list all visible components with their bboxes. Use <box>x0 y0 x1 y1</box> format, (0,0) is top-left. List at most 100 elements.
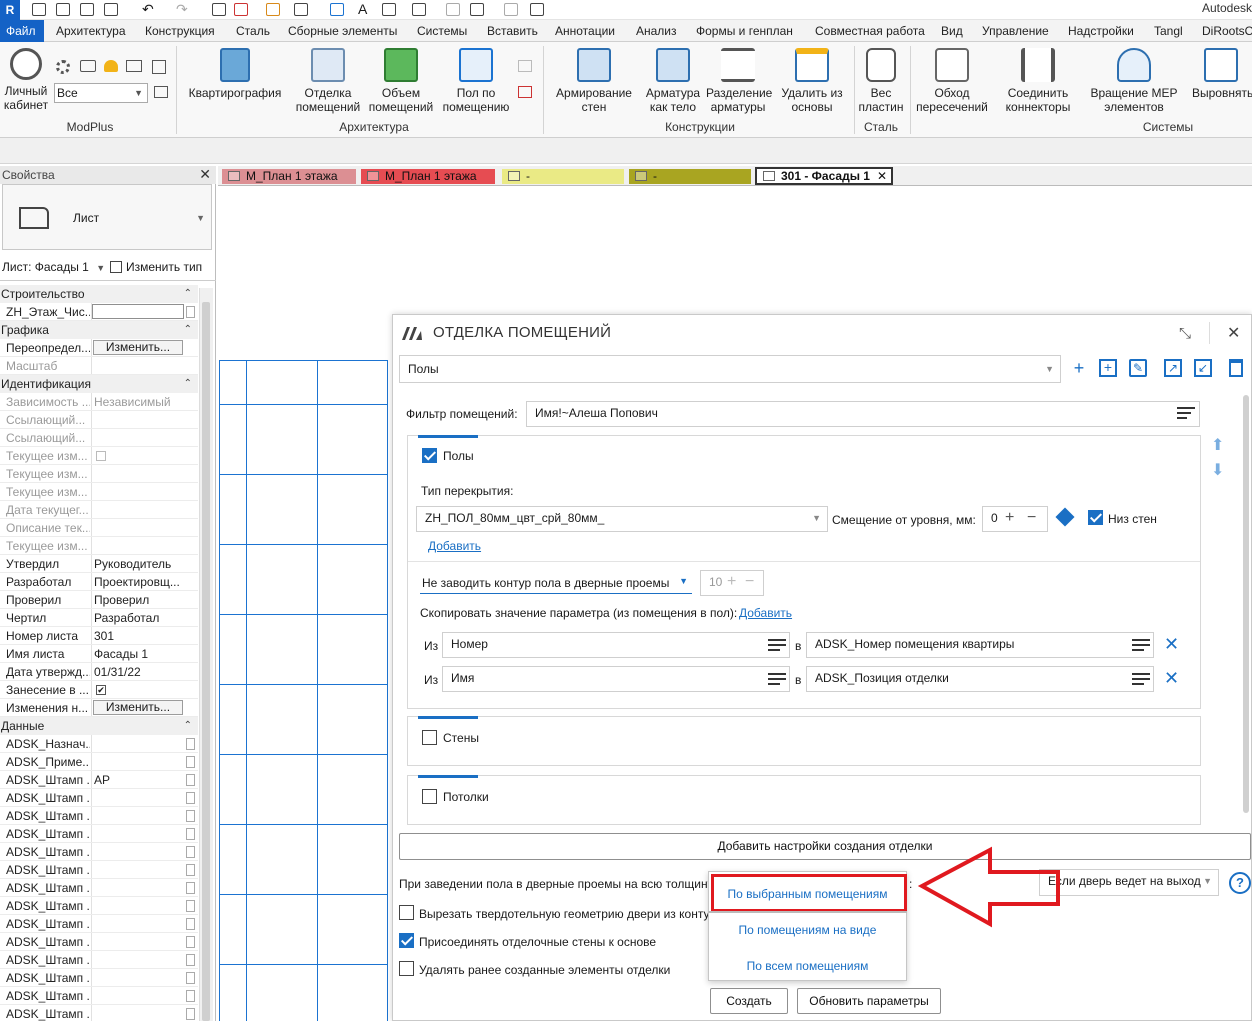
filter-edit-icon[interactable] <box>1177 407 1195 421</box>
room-volume-button[interactable]: Объем помещений <box>366 48 436 114</box>
property-row[interactable]: ADSK_Штамп ... <box>0 861 198 879</box>
property-row[interactable]: ADSK_Приме... <box>0 753 198 771</box>
scope-rooms-in-view[interactable]: По помещениям на виде <box>709 916 906 944</box>
property-flag-box[interactable] <box>186 792 195 804</box>
property-row[interactable]: ADSK_Штамп ... <box>0 987 198 1005</box>
map-target-input[interactable]: ADSK_Номер помещения квартиры <box>806 632 1154 658</box>
copy-preset-icon[interactable]: + <box>1099 359 1117 377</box>
property-section[interactable]: Данные ⌃ <box>0 717 198 735</box>
heart-icon[interactable] <box>104 60 118 72</box>
property-row[interactable]: ADSK_Штамп ... <box>0 1005 198 1021</box>
folder-icon[interactable] <box>126 60 142 72</box>
property-row[interactable]: Текущее изм... <box>0 447 198 465</box>
rebar-solid-button[interactable]: Арматура как тело <box>640 48 706 114</box>
decrement-icon[interactable]: − <box>745 571 754 593</box>
property-value[interactable]: 01/31/22 <box>94 663 190 681</box>
type-selector[interactable]: Лист ▼ <box>2 184 212 250</box>
dimension-icon[interactable] <box>294 3 308 16</box>
tab-view[interactable]: Вид <box>941 20 963 42</box>
property-flag-box[interactable] <box>186 738 195 750</box>
move-down-icon[interactable]: ⬇ <box>1211 460 1224 480</box>
property-flag-box[interactable] <box>186 846 195 858</box>
gear-icon[interactable] <box>56 60 70 74</box>
tab-diroots[interactable]: DiRootsO <box>1202 20 1252 42</box>
rotate-mep-button[interactable]: Вращение MEP элементов <box>1086 48 1182 114</box>
bypass-intersections-button[interactable]: Обход пересечений <box>912 48 992 114</box>
close-hidden-icon[interactable] <box>504 3 518 16</box>
property-row[interactable]: Текущее изм... <box>0 483 198 501</box>
contour-select[interactable]: Не заводить контур пола в дверные проемы… <box>420 572 692 594</box>
connect-connectors-button[interactable]: Соединить коннекторы <box>998 48 1078 114</box>
close-tab-icon[interactable]: ✕ <box>877 169 887 184</box>
property-row[interactable]: Зависимость ... Независимый <box>0 393 198 411</box>
property-row[interactable]: ADSK_Штамп ... <box>0 879 198 897</box>
export-icon[interactable]: ↗ <box>1164 359 1182 377</box>
add-preset-icon[interactable]: + <box>1070 359 1088 377</box>
property-row[interactable]: Ссылающий... <box>0 429 198 447</box>
import-icon[interactable]: ↙ <box>1194 359 1212 377</box>
remove-mapping-icon[interactable]: ✕ <box>1164 669 1179 687</box>
param-picker-icon[interactable] <box>1132 673 1150 687</box>
pdf-icon[interactable] <box>234 3 248 16</box>
property-value-input[interactable] <box>92 304 184 319</box>
close-icon[interactable]: ✕ <box>199 166 211 182</box>
property-row[interactable]: ADSK_Штамп ... <box>0 951 198 969</box>
collapse-section-icon[interactable]: ⌃ <box>184 285 192 303</box>
revit-logo[interactable]: R <box>0 0 20 20</box>
property-flag-box[interactable] <box>186 882 195 894</box>
property-edit-button[interactable]: Изменить... <box>93 340 183 355</box>
decrement-icon[interactable]: − <box>1027 507 1036 529</box>
property-value[interactable]: Проверил <box>94 591 190 609</box>
property-row[interactable]: ADSK_Штамп ... <box>0 915 198 933</box>
join-walls-checkbox[interactable] <box>399 933 414 948</box>
param-picker-icon[interactable] <box>768 639 786 653</box>
property-row[interactable]: Дата утвержд... 01/31/22 <box>0 663 198 681</box>
property-row[interactable]: ADSK_Штамп ... <box>0 843 198 861</box>
property-row[interactable]: ZH_Этаж_Чис... <box>0 303 198 321</box>
property-flag-box[interactable] <box>186 774 195 786</box>
ceilings-checkbox[interactable] <box>422 789 437 804</box>
move-up-icon[interactable]: ⬆ <box>1211 435 1224 455</box>
tab-massing[interactable]: Формы и генплан <box>696 20 793 42</box>
property-row[interactable]: ADSK_Штамп ... <box>0 825 198 843</box>
property-row[interactable]: ADSK_Назнач... <box>0 735 198 753</box>
property-checkbox[interactable] <box>96 451 106 461</box>
property-row[interactable]: ADSK_Штамп ... <box>0 969 198 987</box>
property-row[interactable]: ADSK_Штамп ... <box>0 789 198 807</box>
close-icon[interactable]: ✕ <box>1227 323 1240 343</box>
comment-icon[interactable] <box>80 60 96 72</box>
print-icon[interactable] <box>212 3 226 16</box>
property-flag-box[interactable] <box>186 918 195 930</box>
map-source-input[interactable]: Номер <box>442 632 790 658</box>
property-value[interactable]: Фасады 1 <box>94 645 190 663</box>
add-floor-type-link[interactable]: Добавить <box>428 539 481 553</box>
personal-cabinet-button[interactable]: Личный кабинет <box>2 48 50 112</box>
small-tool-icon[interactable] <box>518 60 532 72</box>
property-flag-box[interactable] <box>186 990 195 1002</box>
property-flag-box[interactable] <box>186 936 195 948</box>
tab-precast[interactable]: Сборные элементы <box>288 20 397 42</box>
property-row[interactable]: ADSK_Штамп ... <box>0 933 198 951</box>
room-finish-button[interactable]: Отделка помещений <box>294 48 362 114</box>
bottom-walls-checkbox[interactable] <box>1088 510 1103 525</box>
align-button[interactable]: Выровнять <box>1192 48 1252 100</box>
property-section[interactable]: Строительство ⌃ <box>0 285 198 303</box>
property-edit-button[interactable]: Изменить... <box>93 700 183 715</box>
wall-rebar-button[interactable]: Армирование стен <box>552 48 636 114</box>
param-picker-icon[interactable] <box>1132 639 1150 653</box>
property-flag-box[interactable] <box>186 900 195 912</box>
property-flag-box[interactable] <box>186 864 195 876</box>
tab-collaborate[interactable]: Совместная работа <box>815 20 925 42</box>
property-flag-box[interactable] <box>186 972 195 984</box>
property-flag-box[interactable] <box>186 810 195 822</box>
property-row[interactable]: Утвердил Руководитель <box>0 555 198 573</box>
edit-type-button[interactable]: Изменить тип <box>110 260 202 274</box>
tab-steel[interactable]: Сталь <box>236 20 270 42</box>
property-flag-box[interactable] <box>186 828 195 840</box>
tab-addins[interactable]: Надстройки <box>1068 20 1134 42</box>
floor-by-room-button[interactable]: Пол по помещению <box>440 48 512 114</box>
property-value[interactable]: Разработал <box>94 609 190 627</box>
collapse-icon[interactable]: ⤡ <box>1179 325 1191 342</box>
property-section[interactable]: Идентификация ⌃ <box>0 375 198 393</box>
property-value[interactable]: Руководитель <box>94 555 190 573</box>
